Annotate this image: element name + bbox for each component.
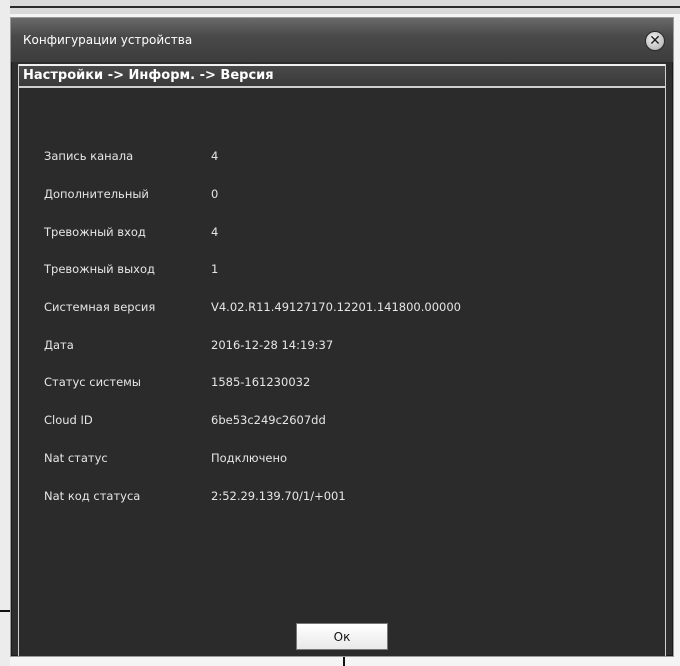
device-config-dialog: Конфигурации устройства ✕ Настройки -> И… bbox=[10, 17, 674, 657]
close-icon: ✕ bbox=[649, 33, 661, 49]
dialog-title: Конфигурации устройства bbox=[23, 33, 193, 47]
info-value: V4.02.R11.49127170.12201.141800.00000 bbox=[211, 300, 461, 314]
close-button[interactable]: ✕ bbox=[645, 31, 665, 51]
info-value: 2:52.29.139.70/1/+001 bbox=[211, 489, 346, 503]
info-value: 0 bbox=[211, 187, 219, 201]
background-edge bbox=[0, 0, 10, 666]
ok-button[interactable]: Ок bbox=[296, 623, 388, 650]
info-value: Подключено bbox=[211, 451, 288, 465]
background-divider-horizontal bbox=[0, 610, 10, 612]
background-line bbox=[0, 6, 680, 8]
info-value: 2016-12-28 14:19:37 bbox=[211, 338, 334, 352]
breadcrumb-bar: Настройки -> Информ. -> Версия bbox=[19, 64, 665, 88]
info-value: 6be53c249c2607dd bbox=[211, 413, 326, 427]
breadcrumb: Настройки -> Информ. -> Версия bbox=[23, 68, 274, 83]
info-label: Nat статус bbox=[44, 451, 108, 465]
info-label: Тревожный вход bbox=[44, 225, 146, 239]
version-info-panel: Настройки -> Информ. -> Версия Запись ка… bbox=[18, 64, 666, 656]
info-label: Nat код статуса bbox=[44, 489, 141, 503]
info-label: Статус системы bbox=[44, 375, 141, 389]
info-label: Системная версия bbox=[44, 300, 156, 314]
info-label: Дата bbox=[44, 338, 74, 352]
info-label: Cloud ID bbox=[44, 413, 93, 427]
info-label: Запись канала bbox=[44, 149, 134, 163]
info-value: 4 bbox=[211, 149, 219, 163]
info-value: 1585-161230032 bbox=[211, 375, 311, 389]
info-label: Тревожный выход bbox=[44, 262, 155, 276]
info-value: 1 bbox=[211, 262, 219, 276]
dialog-titlebar[interactable]: Конфигурации устройства ✕ bbox=[11, 18, 673, 62]
info-value: 4 bbox=[211, 225, 219, 239]
info-label: Дополнительный bbox=[44, 187, 149, 201]
